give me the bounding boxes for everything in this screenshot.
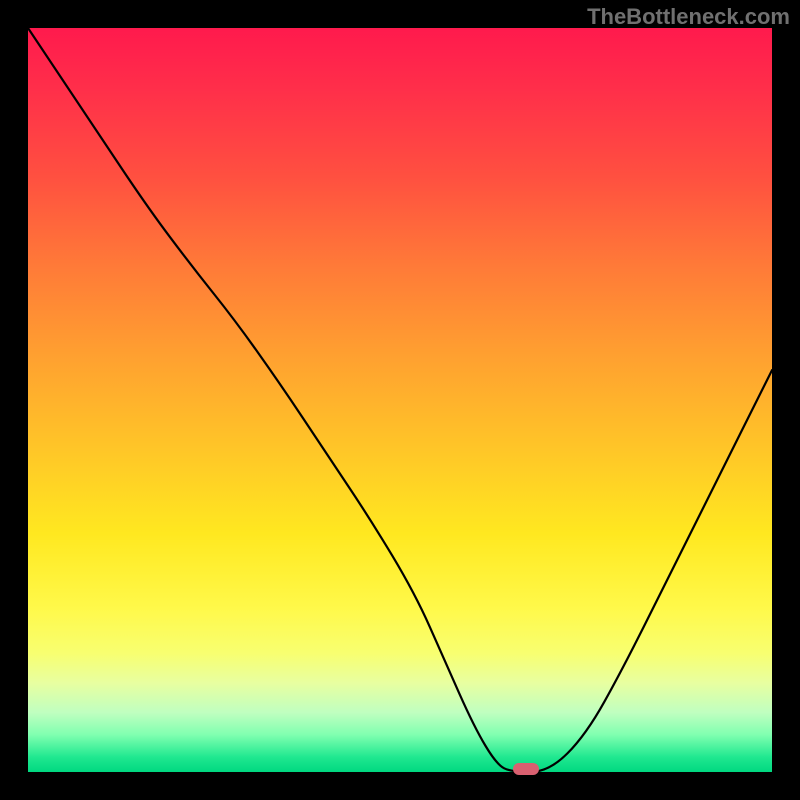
curve-svg <box>28 28 772 772</box>
optimal-indicator <box>513 763 539 775</box>
watermark-text: TheBottleneck.com <box>587 4 790 30</box>
bottleneck-curve-path <box>28 28 772 772</box>
chart-plot-area <box>28 28 772 772</box>
